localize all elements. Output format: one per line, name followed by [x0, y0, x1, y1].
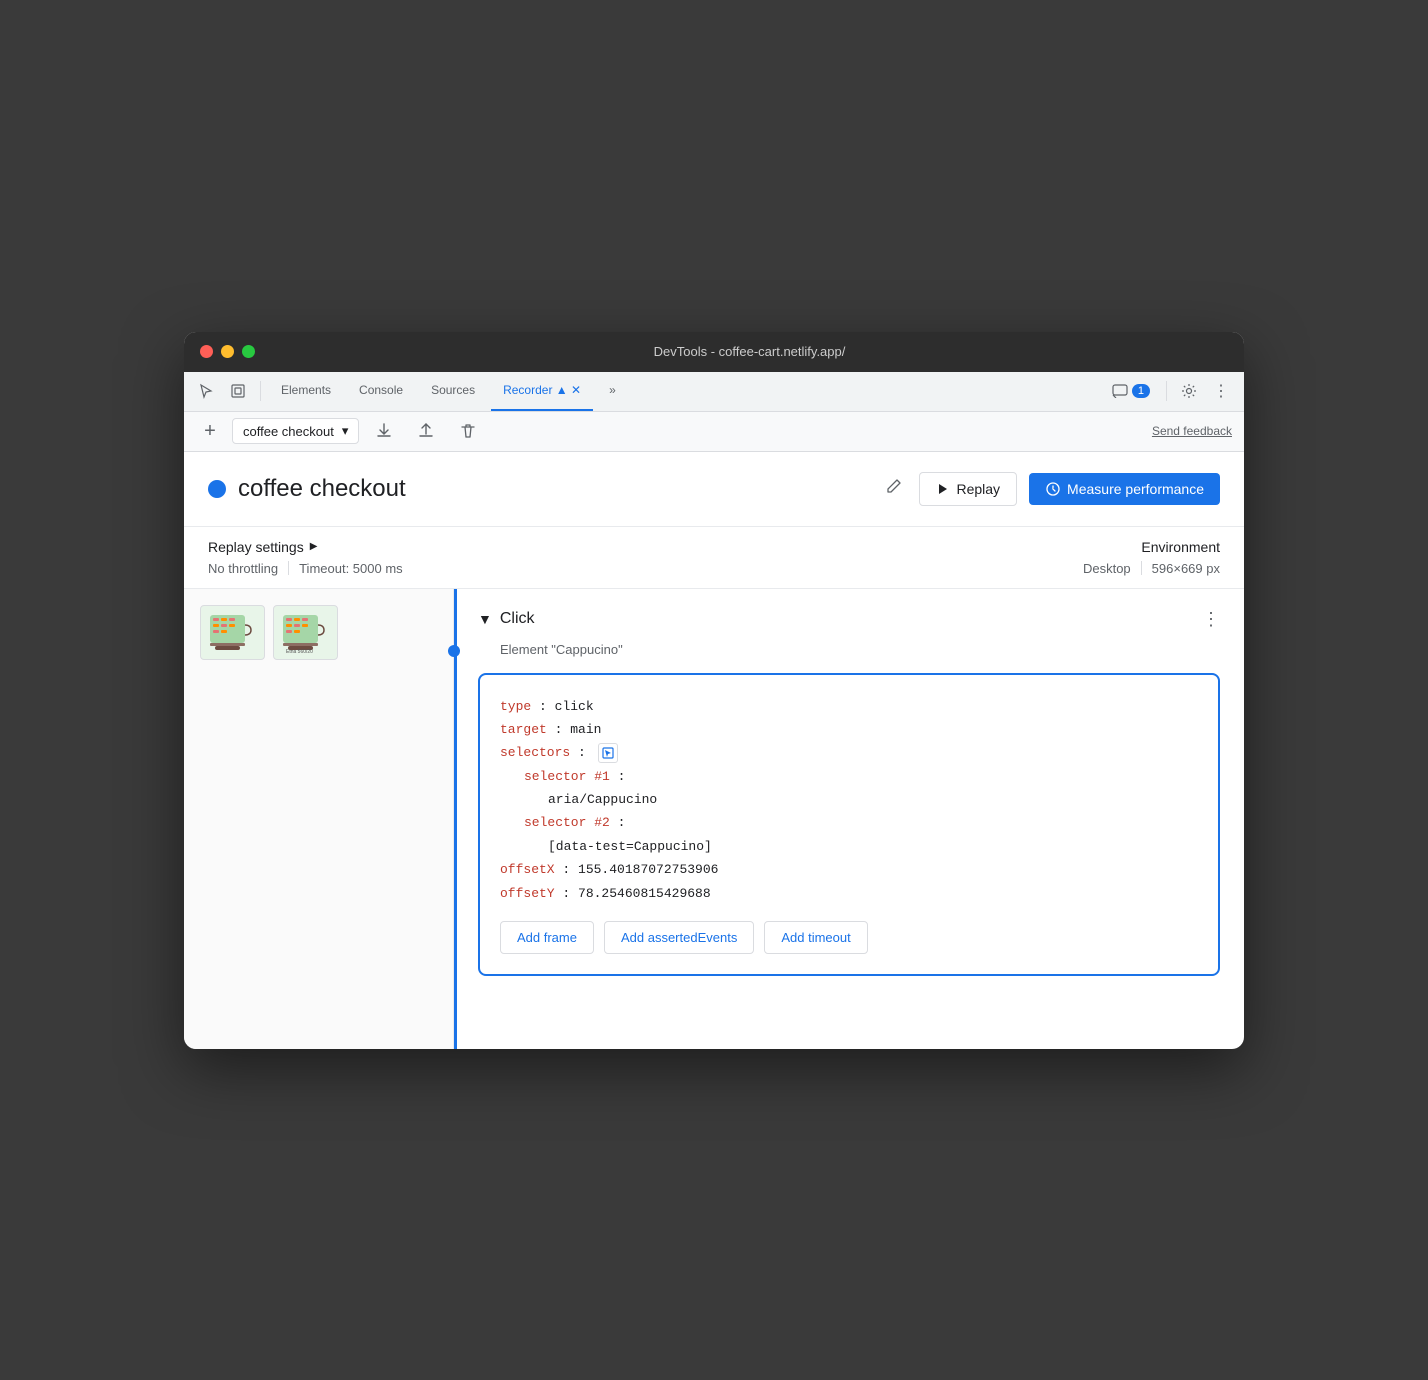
tab-more[interactable]: »: [597, 371, 628, 411]
feedback-icon: [1112, 384, 1128, 398]
edit-title-btn[interactable]: [881, 473, 907, 504]
send-feedback-btn[interactable]: Send feedback: [1152, 424, 1232, 438]
recording-indicator: [208, 480, 226, 498]
timeline-bar: [454, 589, 457, 1049]
code-type-line: type : click: [500, 695, 1198, 718]
recording-select[interactable]: coffee checkout ▾: [232, 418, 359, 444]
env-title: Environment: [1083, 539, 1220, 555]
steps-area: Etna 560/20 ▼ Click ⋮ Element "Cappucino…: [184, 589, 1244, 1049]
traffic-lights: [200, 345, 255, 358]
action-buttons: Add frame Add assertedEvents Add timeout: [500, 921, 1198, 954]
env-row: Desktop 596×669 px: [1083, 561, 1220, 576]
timeline-dot: [448, 645, 460, 657]
code-offsetX-line: offsetX : 155.40187072753906: [500, 858, 1198, 881]
measure-performance-btn[interactable]: Measure performance: [1029, 473, 1220, 505]
step-thumbnail: Etna 560/20: [200, 605, 437, 660]
code-block: type : click target : main selectors :: [478, 673, 1220, 977]
add-asserted-events-btn[interactable]: Add assertedEvents: [604, 921, 754, 954]
edit-icon: [885, 477, 903, 495]
window-title: DevTools - coffee-cart.netlify.app/: [271, 344, 1228, 359]
minimize-button[interactable]: [221, 345, 234, 358]
code-selectors-line: selectors :: [500, 741, 1198, 764]
inspect-icon: [230, 383, 246, 399]
selectors-picker-icon[interactable]: [598, 743, 618, 763]
tab-console[interactable]: Console: [347, 371, 415, 411]
code-selector2-key-line: selector #2 :: [500, 811, 1198, 834]
code-offsetY-line: offsetY : 78.25460815429688: [500, 882, 1198, 905]
thumbnail-2: Etna 560/20: [273, 605, 338, 660]
replay-btn[interactable]: Replay: [919, 472, 1017, 506]
settings-row: No throttling Timeout: 5000 ms: [208, 561, 1083, 576]
inspect-icon-btn[interactable]: [224, 379, 252, 403]
code-selector1-key-line: selector #1 :: [500, 765, 1198, 788]
add-recording-btn[interactable]: +: [196, 417, 224, 445]
step-collapse-btn[interactable]: ▼: [478, 611, 492, 627]
cursor-icon-btn[interactable]: [192, 379, 220, 403]
settings-separator: [288, 561, 289, 575]
settings-btn[interactable]: [1175, 379, 1203, 403]
tab-sources[interactable]: Sources: [419, 371, 487, 411]
import-icon: [417, 422, 435, 440]
cursor-icon: [198, 383, 214, 399]
step-header: ▼ Click ⋮: [478, 609, 1220, 630]
devtools-window: DevTools - coffee-cart.netlify.app/ Elem…: [184, 332, 1244, 1049]
nav-separator-2: [1166, 381, 1167, 401]
maximize-button[interactable]: [242, 345, 255, 358]
thumbnail-svg-1: [205, 610, 260, 655]
recording-title: coffee checkout: [238, 475, 869, 503]
add-frame-btn[interactable]: Add frame: [500, 921, 594, 954]
add-timeout-btn[interactable]: Add timeout: [764, 921, 867, 954]
nav-right: 1 ⋮: [1104, 377, 1236, 405]
code-target-line: target : main: [500, 718, 1198, 741]
steps-sidebar: Etna 560/20: [184, 589, 454, 1049]
feedback-btn[interactable]: 1: [1104, 380, 1158, 402]
more-btn[interactable]: ⋮: [1207, 377, 1236, 405]
recording-header: coffee checkout Replay Measure performan…: [184, 452, 1244, 527]
replay-settings-title: Replay settings ▶: [208, 539, 1083, 555]
delete-btn[interactable]: [451, 418, 485, 444]
export-btn[interactable]: [367, 418, 401, 444]
nav-separator-1: [260, 381, 261, 401]
devtools-nav: Elements Console Sources Recorder ▲ ✕ » …: [184, 372, 1244, 412]
tab-recorder[interactable]: Recorder ▲ ✕: [491, 371, 593, 411]
step-menu-btn[interactable]: ⋮: [1202, 609, 1220, 630]
export-icon: [375, 422, 393, 440]
thumbnail-svg-2: Etna 560/20: [278, 610, 333, 655]
play-icon: [936, 482, 950, 496]
step-type: Click: [500, 610, 1194, 628]
tab-elements[interactable]: Elements: [269, 371, 343, 411]
code-selector1-val-line: aria/Cappucino: [500, 788, 1198, 811]
env-separator: [1141, 561, 1142, 575]
step-detail: ▼ Click ⋮ Element "Cappucino" type : cli…: [454, 589, 1244, 1049]
step-element: Element "Cappucino": [478, 642, 1220, 657]
performance-icon: [1045, 481, 1061, 497]
import-btn[interactable]: [409, 418, 443, 444]
settings-left: Replay settings ▶ No throttling Timeout:…: [208, 539, 1083, 576]
toolbar: + coffee checkout ▾ Send feedback: [184, 412, 1244, 452]
svg-text:Etna 560/20: Etna 560/20: [286, 649, 313, 655]
replay-settings-bar: Replay settings ▶ No throttling Timeout:…: [184, 527, 1244, 589]
code-selector2-val-line: [data-test=Cappucino]: [500, 835, 1198, 858]
thumbnail-1: [200, 605, 265, 660]
trash-icon: [459, 422, 477, 440]
title-bar: DevTools - coffee-cart.netlify.app/: [184, 332, 1244, 372]
picker-icon: [602, 747, 614, 759]
settings-right: Environment Desktop 596×669 px: [1083, 539, 1220, 576]
close-button[interactable]: [200, 345, 213, 358]
gear-icon: [1181, 383, 1197, 399]
